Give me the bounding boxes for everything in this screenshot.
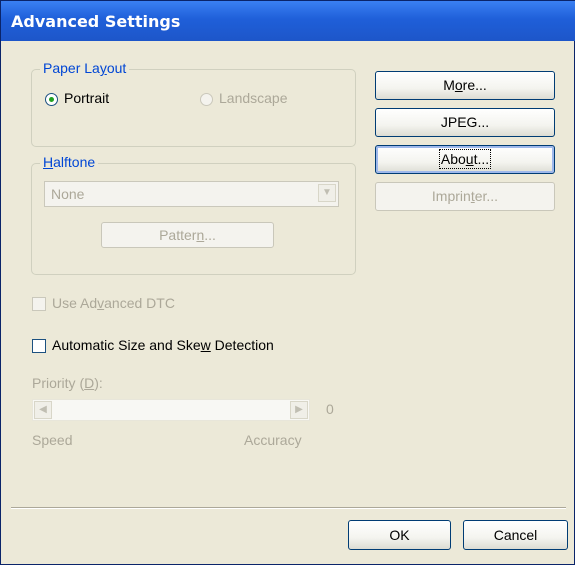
slider-right-arrow-icon[interactable]: ▶ — [290, 401, 308, 419]
auto-size-skew-label[interactable]: Automatic Size and Skew Detection — [52, 337, 274, 353]
halftone-select-value: None — [51, 186, 85, 202]
cancel-button[interactable]: Cancel — [463, 520, 568, 550]
speed-label: Speed — [32, 432, 73, 448]
portrait-radio[interactable] — [45, 93, 58, 106]
accuracy-label: Accuracy — [244, 432, 302, 448]
advanced-dtc-label[interactable]: Use Advanced DTC — [52, 295, 175, 311]
title-bar[interactable]: Advanced Settings — [1, 1, 575, 41]
portrait-label[interactable]: Portrait — [64, 90, 109, 106]
jpeg-button[interactable]: JPEG... — [375, 108, 555, 137]
more-button[interactable]: More... — [375, 71, 555, 100]
landscape-label[interactable]: Landscape — [219, 90, 288, 106]
window-title: Advanced Settings — [11, 12, 181, 31]
priority-value: 0 — [326, 401, 334, 417]
chevron-down-icon[interactable]: ▼ — [318, 184, 336, 202]
imprinter-button[interactable]: Imprinter... — [375, 182, 555, 211]
halftone-group — [31, 163, 356, 275]
pattern-button[interactable]: Pattern... — [101, 222, 274, 248]
halftone-select[interactable]: None ▼ — [44, 181, 339, 207]
advanced-settings-dialog: Advanced Settings Paper Layout Portrait … — [0, 0, 575, 565]
slider-left-arrow-icon[interactable]: ◀ — [34, 401, 52, 419]
halftone-legend: Halftone — [40, 154, 99, 170]
priority-label: Priority (D): — [32, 375, 103, 391]
auto-size-skew-checkbox[interactable] — [32, 339, 46, 353]
priority-slider[interactable]: ◀ ▶ — [32, 399, 310, 421]
paper-layout-group — [31, 69, 356, 147]
landscape-radio[interactable] — [200, 93, 213, 106]
ok-button[interactable]: OK — [348, 520, 451, 550]
paper-layout-legend: Paper Layout — [40, 60, 130, 76]
advanced-dtc-checkbox[interactable] — [32, 297, 46, 311]
footer-separator — [11, 507, 566, 509]
about-button[interactable]: About... — [375, 145, 555, 174]
